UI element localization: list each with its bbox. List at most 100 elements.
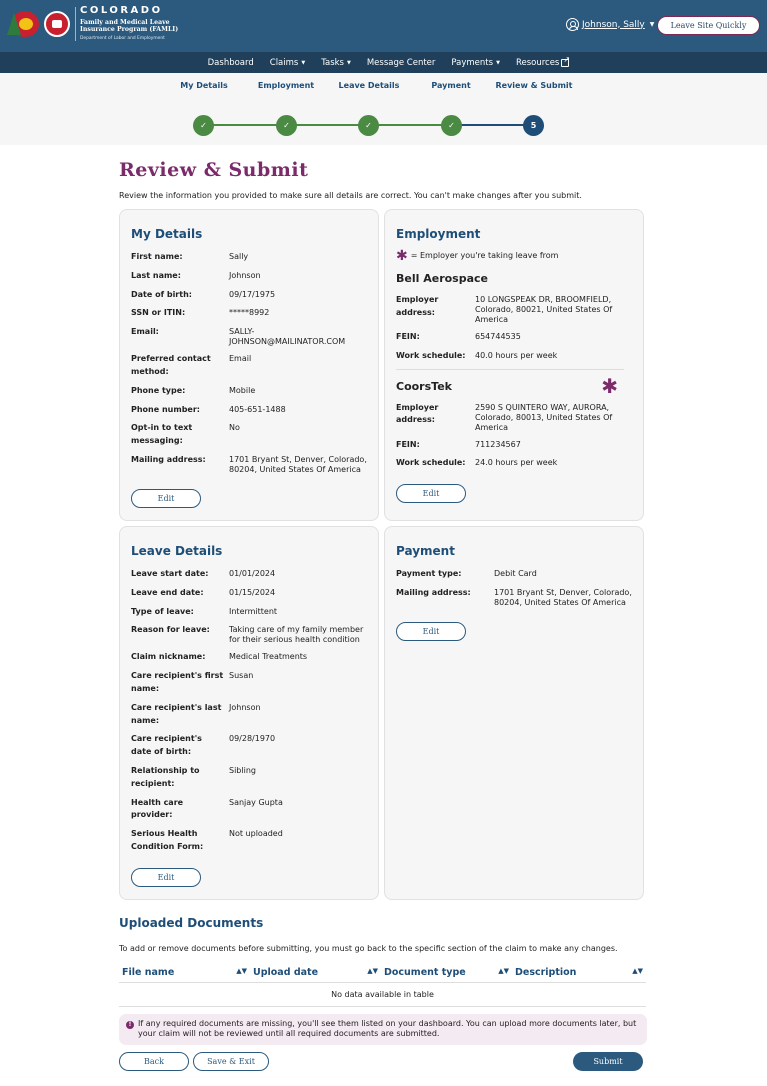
edit-leave-details-button[interactable]: Edit xyxy=(131,867,201,887)
leave-details-card: Leave Details Leave start date: 01/01/202… xyxy=(119,525,379,900)
nav-payments[interactable]: Payments ▼ xyxy=(451,58,500,68)
save-exit-button[interactable]: Save & Exit xyxy=(193,1051,269,1071)
form-actions: Back Save & Exit Submit xyxy=(119,1051,643,1071)
detail-label: Care recipient's date of birth: xyxy=(131,734,202,757)
edit-my-details-button[interactable]: Edit xyxy=(131,488,201,508)
card-title: Payment xyxy=(396,543,455,558)
detail-value: Not uploaded xyxy=(229,829,283,839)
cdle-seal-icon xyxy=(44,10,70,37)
edit-payment-button[interactable]: Edit xyxy=(396,621,466,641)
detail-row: Claim nickname: Medical Treatments xyxy=(131,651,367,664)
detail-label: Email: xyxy=(131,327,159,337)
detail-row: Work schedule: 24.0 hours per week xyxy=(396,457,632,470)
step-current-number: 5 xyxy=(523,115,544,136)
step-line-current xyxy=(452,124,534,126)
detail-row: Leave start date: 01/01/2024 xyxy=(131,568,367,581)
detail-label: Claim nickname: xyxy=(131,652,206,662)
detail-row: Leave end date: 01/15/2024 xyxy=(131,587,367,600)
user-circle-icon xyxy=(566,18,579,31)
detail-label: SSN or ITIN: xyxy=(131,308,186,318)
column-label: File name xyxy=(122,966,175,978)
detail-value: Taking care of my family member for thei… xyxy=(229,625,364,645)
step-label-employment[interactable]: Employment xyxy=(246,81,326,91)
empty-table-message: No data available in table xyxy=(119,982,646,1007)
step-complete-check-icon: ✓ xyxy=(358,115,379,136)
step-label-payment[interactable]: Payment xyxy=(411,81,491,91)
step-label-my-details[interactable]: My Details xyxy=(164,81,244,91)
step-complete-check-icon: ✓ xyxy=(193,115,214,136)
detail-label: Opt-in to text messaging: xyxy=(131,423,193,446)
detail-row: Employer address: 2590 S QUINTERO WAY, AU… xyxy=(396,402,632,433)
asterisk-icon: ✱ xyxy=(396,247,408,264)
caret-down-icon: ▼ xyxy=(649,21,655,28)
detail-list: First name: Sally Last name: Johnson Date of… xyxy=(131,251,367,475)
detail-label: Type of leave: xyxy=(131,606,194,616)
logo-program-line1: Family and Medical Leave xyxy=(80,19,170,26)
leave-site-quickly-button[interactable]: Leave Site Quickly xyxy=(657,16,760,35)
detail-value: SALLY-JOHNSON@MAILINATOR.COM xyxy=(229,327,346,347)
step-complete-check-icon: ✓ xyxy=(441,115,462,136)
step-label-review-submit: Review & Submit xyxy=(495,81,573,90)
employer-name-row: Bell Aerospace xyxy=(396,272,632,285)
detail-label: Date of birth: xyxy=(131,289,192,299)
detail-value: 24.0 hours per week xyxy=(475,458,558,468)
nav-message-center[interactable]: Message Center xyxy=(367,58,436,68)
card-title: Leave Details xyxy=(131,543,223,558)
user-menu[interactable]: Johnson, Sally ▼ xyxy=(566,18,654,31)
detail-row: Mailing address: 1701 Bryant St, Denver, … xyxy=(396,587,632,608)
detail-row: Health care provider: Sanjay Gupta xyxy=(131,797,367,823)
detail-value: 09/17/1975 xyxy=(229,289,276,299)
detail-value: 2590 S QUINTERO WAY, AURORA, Colorado, 8… xyxy=(475,402,613,432)
detail-row: Work schedule: 40.0 hours per week xyxy=(396,350,632,363)
nav-tasks[interactable]: Tasks ▼ xyxy=(321,58,351,68)
detail-value: 711234567 xyxy=(475,439,521,449)
column-header-file-name[interactable]: File name ▲▼ xyxy=(119,962,250,983)
alert-text: If any required documents are missing, y… xyxy=(138,1018,637,1039)
detail-value: Susan xyxy=(229,671,254,681)
detail-label: Care recipient's first name: xyxy=(131,671,224,693)
detail-value: 405-651-1488 xyxy=(229,404,286,414)
detail-row: Serious Health Condition Form: Not upload… xyxy=(131,828,367,854)
caret-down-icon: ▼ xyxy=(496,59,500,66)
employer-name-row: CoorsTek ✱ xyxy=(396,376,632,396)
detail-label: Employer address: xyxy=(396,402,439,425)
employment-card: Employment ✱ = Employer you're taking le… xyxy=(384,209,644,521)
step-label-leave-details[interactable]: Leave Details xyxy=(329,81,409,91)
sort-icon: ▲▼ xyxy=(632,966,643,975)
detail-row: Care recipient's date of birth: 09/28/197… xyxy=(131,733,367,759)
page-title: Review & Submit xyxy=(119,159,309,181)
column-header-description[interactable]: Description ▲▼ xyxy=(512,962,646,983)
logo-department: Department of Labor and Employment xyxy=(80,35,165,41)
info-icon: ! xyxy=(126,1020,134,1029)
column-header-upload-date[interactable]: Upload date ▲▼ xyxy=(250,962,381,983)
detail-value: Intermittent xyxy=(229,606,278,616)
sort-icon: ▲▼ xyxy=(498,966,509,975)
detail-label: Mailing address: xyxy=(396,587,471,597)
detail-value: Debit Card xyxy=(494,568,537,578)
detail-label: Work schedule: xyxy=(396,350,466,360)
back-button[interactable]: Back xyxy=(119,1051,189,1071)
detail-row: FEIN: 711234567 xyxy=(396,439,632,452)
external-link-icon xyxy=(561,55,570,67)
column-header-document-type[interactable]: Document type ▲▼ xyxy=(381,962,512,983)
detail-list: Employer address: 2590 S QUINTERO WAY, AU… xyxy=(396,402,632,471)
detail-row: Care recipient's first name: Susan xyxy=(131,670,367,696)
detail-label: Payment type: xyxy=(396,568,462,578)
nav-dashboard[interactable]: Dashboard xyxy=(208,58,254,68)
uploaded-documents-title: Uploaded Documents xyxy=(119,915,264,930)
detail-value: 01/01/2024 xyxy=(229,568,276,578)
site-header: COLORADO Family and Medical Leave Insura… xyxy=(0,0,767,52)
detail-list: Employer address: 10 LONGSPEAK DR, BROOMF… xyxy=(396,294,632,363)
detail-value: 1701 Bryant St, Denver, Colorado, 80204,… xyxy=(229,454,367,474)
edit-employment-button[interactable]: Edit xyxy=(396,484,466,504)
submit-button[interactable]: Submit xyxy=(573,1051,643,1071)
famli-logo[interactable]: COLORADO Family and Medical Leave Insura… xyxy=(7,6,178,41)
detail-list: Leave start date: 01/01/2024 Leave end dat… xyxy=(131,568,367,854)
nav-claims[interactable]: Claims ▼ xyxy=(270,58,305,68)
nav-resources[interactable]: Resources xyxy=(515,55,570,68)
nav-tasks-label: Tasks xyxy=(321,57,344,68)
detail-row: Type of leave: Intermittent xyxy=(131,606,367,619)
nav-resources-label: Resources xyxy=(515,57,560,68)
user-name-link[interactable]: Johnson, Sally xyxy=(582,20,645,30)
employer-block: CoorsTek ✱ Employer address: 2590 S QUINTER… xyxy=(396,376,632,471)
